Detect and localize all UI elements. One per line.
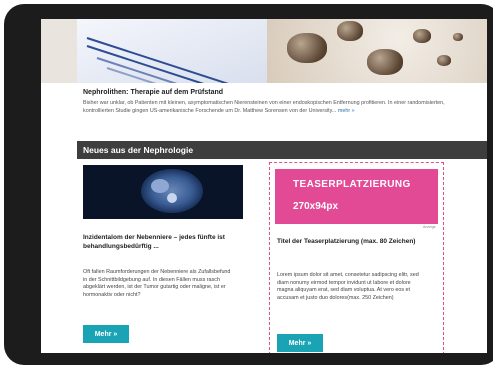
article-teaser-body: Bisher war unklar, ob Patienten mit klei… bbox=[83, 100, 445, 114]
hero-image-stones bbox=[267, 19, 487, 83]
left-card-text: Oft fallen Raumforderungen der Nebennier… bbox=[83, 269, 231, 298]
newsletter-screen: Nephrolithen: Therapie auf dem Prüfstand… bbox=[41, 19, 487, 353]
hero-image-xray bbox=[77, 19, 267, 83]
section-title: Neues aus der Nephrologie bbox=[83, 145, 194, 155]
left-card-title[interactable]: Inzidentalom der Nebenniere – jedes fünf… bbox=[83, 233, 248, 251]
article-teaser-text: Bisher war unklar, ob Patienten mit klei… bbox=[83, 99, 473, 115]
teaser-banner[interactable]: TEASERPLATZIERUNG 270x94px bbox=[275, 169, 438, 224]
hero-image bbox=[41, 19, 487, 83]
article-more-link[interactable]: mehr » bbox=[338, 108, 355, 114]
left-card-more-button[interactable]: Mehr » bbox=[83, 325, 129, 343]
ct-scan-image[interactable] bbox=[83, 165, 243, 219]
ad-label: Anzeige bbox=[423, 225, 436, 229]
teaser-more-button[interactable]: Mehr » bbox=[277, 334, 323, 352]
section-header: Neues aus der Nephrologie bbox=[77, 141, 487, 159]
teaser-text: Lorem ipsum dolor sit amet, consetetur s… bbox=[277, 272, 419, 301]
teaser-banner-heading: TEASERPLATZIERUNG bbox=[293, 179, 411, 190]
article-title[interactable]: Nephrolithen: Therapie auf dem Prüfstand bbox=[83, 89, 223, 96]
teaser-title[interactable]: Titel der Teaserplatzierung (max. 80 Zei… bbox=[277, 237, 427, 246]
teaser-banner-size: 270x94px bbox=[293, 201, 339, 212]
tablet-frame: Nephrolithen: Therapie auf dem Prüfstand… bbox=[4, 4, 493, 365]
